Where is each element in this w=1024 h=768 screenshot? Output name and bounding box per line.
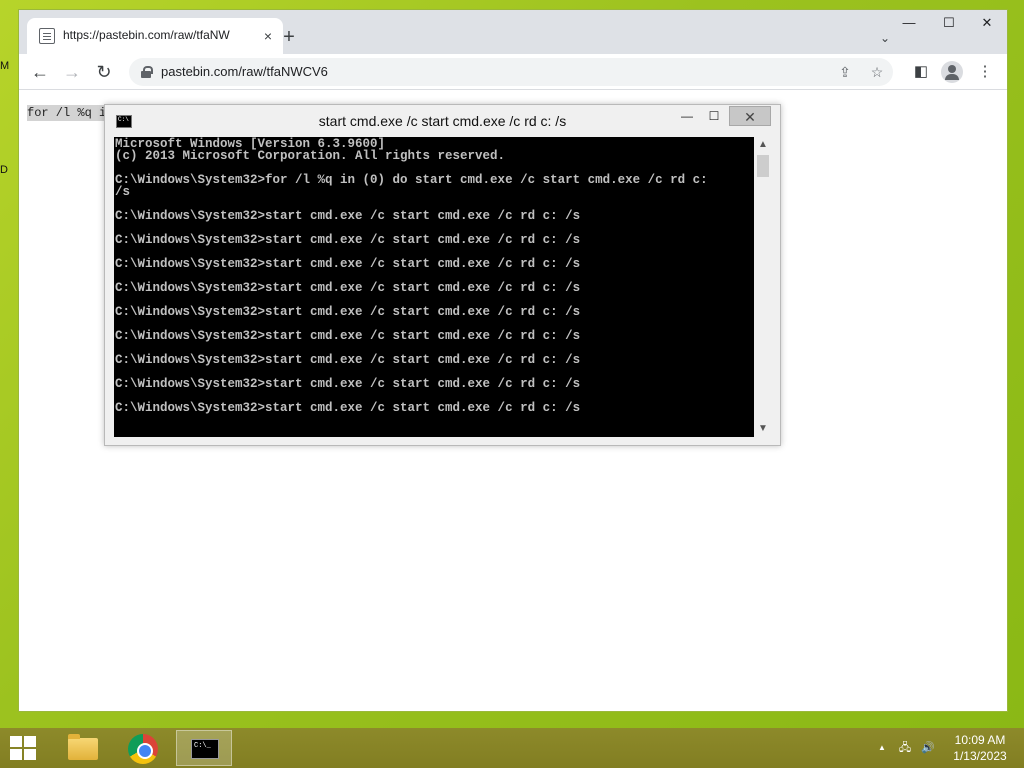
console-line: C:\Windows\System32>start cmd.exe /c sta…: [115, 281, 581, 295]
tab-strip: https://pastebin.com/raw/tfaNW × + ⌄ — ☐…: [19, 10, 1007, 54]
cmd-titlebar[interactable]: start cmd.exe /c start cmd.exe /c rd c: …: [105, 105, 780, 137]
console-line: C:\Windows\System32>start cmd.exe /c sta…: [115, 401, 581, 415]
menu-icon[interactable]: ⋮: [973, 60, 997, 84]
console-line: /s: [115, 185, 131, 199]
forward-button[interactable]: →: [58, 58, 86, 86]
back-button[interactable]: ←: [26, 58, 54, 86]
taskbar-cmd[interactable]: [176, 730, 232, 766]
new-tab-button[interactable]: +: [275, 24, 303, 52]
cmd-console-output[interactable]: Microsoft Windows [Version 6.3.9600] (c) …: [114, 137, 754, 437]
profile-avatar-icon[interactable]: [941, 61, 963, 83]
console-line: C:\Windows\System32>start cmd.exe /c sta…: [115, 305, 581, 319]
scroll-up-arrow-icon[interactable]: ▲: [755, 137, 771, 153]
console-line: C:\Windows\System32>start cmd.exe /c sta…: [115, 209, 581, 223]
chrome-icon: [128, 734, 158, 764]
console-line: C:\Windows\System32>start cmd.exe /c sta…: [115, 353, 581, 367]
taskbar: ▲ 🖧 🔊 10:09 AM 1/13/2023: [0, 728, 1024, 768]
address-bar[interactable]: pastebin.com/raw/tfaNWCV6 ⇪ ☆: [129, 58, 893, 86]
scroll-thumb[interactable]: [757, 155, 769, 177]
tab-title: https://pastebin.com/raw/tfaNW: [63, 28, 230, 42]
close-button[interactable]: ✕: [969, 12, 1005, 34]
cmd-scrollbar[interactable]: ▲ ▼: [755, 137, 771, 437]
reload-button[interactable]: ↻: [90, 58, 118, 86]
bookmark-star-icon[interactable]: ☆: [867, 62, 887, 82]
network-icon[interactable]: 🖧: [897, 740, 913, 756]
browser-toolbar: ← → ↻ pastebin.com/raw/tfaNWCV6 ⇪ ☆ ◧ ⋮: [19, 54, 1007, 90]
cmd-window: start cmd.exe /c start cmd.exe /c rd c: …: [104, 104, 781, 446]
side-panel-icon[interactable]: ◧: [909, 60, 933, 84]
lock-icon[interactable]: [141, 66, 153, 78]
document-icon: [39, 28, 55, 44]
browser-tab[interactable]: https://pastebin.com/raw/tfaNW ×: [27, 18, 283, 54]
show-hidden-icons-icon[interactable]: ▲: [874, 740, 890, 756]
console-line: C:\Windows\System32>start cmd.exe /c sta…: [115, 257, 581, 271]
console-line: C:\Windows\System32>start cmd.exe /c sta…: [115, 329, 581, 343]
console-line: C:\Windows\System32>start cmd.exe /c sta…: [115, 377, 581, 391]
cmd-maximize-button[interactable]: ☐: [703, 106, 725, 126]
desktop-icon-fragment: M: [0, 60, 10, 72]
folder-icon: [68, 734, 98, 760]
raw-paste-text: for /l %q i: [27, 105, 107, 121]
clock-time: 10:09 AM: [954, 733, 1006, 747]
desktop-icon-fragment: D: [0, 164, 8, 176]
clock[interactable]: 10:09 AM 1/13/2023: [940, 732, 1020, 764]
share-icon[interactable]: ⇪: [835, 62, 855, 82]
taskbar-chrome[interactable]: [115, 730, 171, 766]
console-line: C:\Windows\System32>for /l %q in (0) do …: [115, 173, 708, 187]
cmd-minimize-button[interactable]: —: [677, 106, 697, 126]
volume-icon[interactable]: 🔊: [920, 740, 936, 756]
clock-date: 1/13/2023: [953, 749, 1007, 763]
url-text[interactable]: pastebin.com/raw/tfaNWCV6: [161, 64, 328, 79]
console-line: C:\Windows\System32>start cmd.exe /c sta…: [115, 233, 581, 247]
cmd-close-button[interactable]: ✕: [729, 106, 771, 126]
taskbar-file-explorer[interactable]: [54, 730, 110, 766]
console-line: (c) 2013 Microsoft Corporation. All righ…: [115, 149, 506, 163]
windows-start-icon[interactable]: [10, 736, 38, 760]
cmd-icon: [191, 739, 219, 759]
minimize-button[interactable]: —: [891, 12, 927, 34]
scroll-down-arrow-icon[interactable]: ▼: [755, 421, 771, 437]
maximize-button[interactable]: ☐: [931, 12, 967, 34]
